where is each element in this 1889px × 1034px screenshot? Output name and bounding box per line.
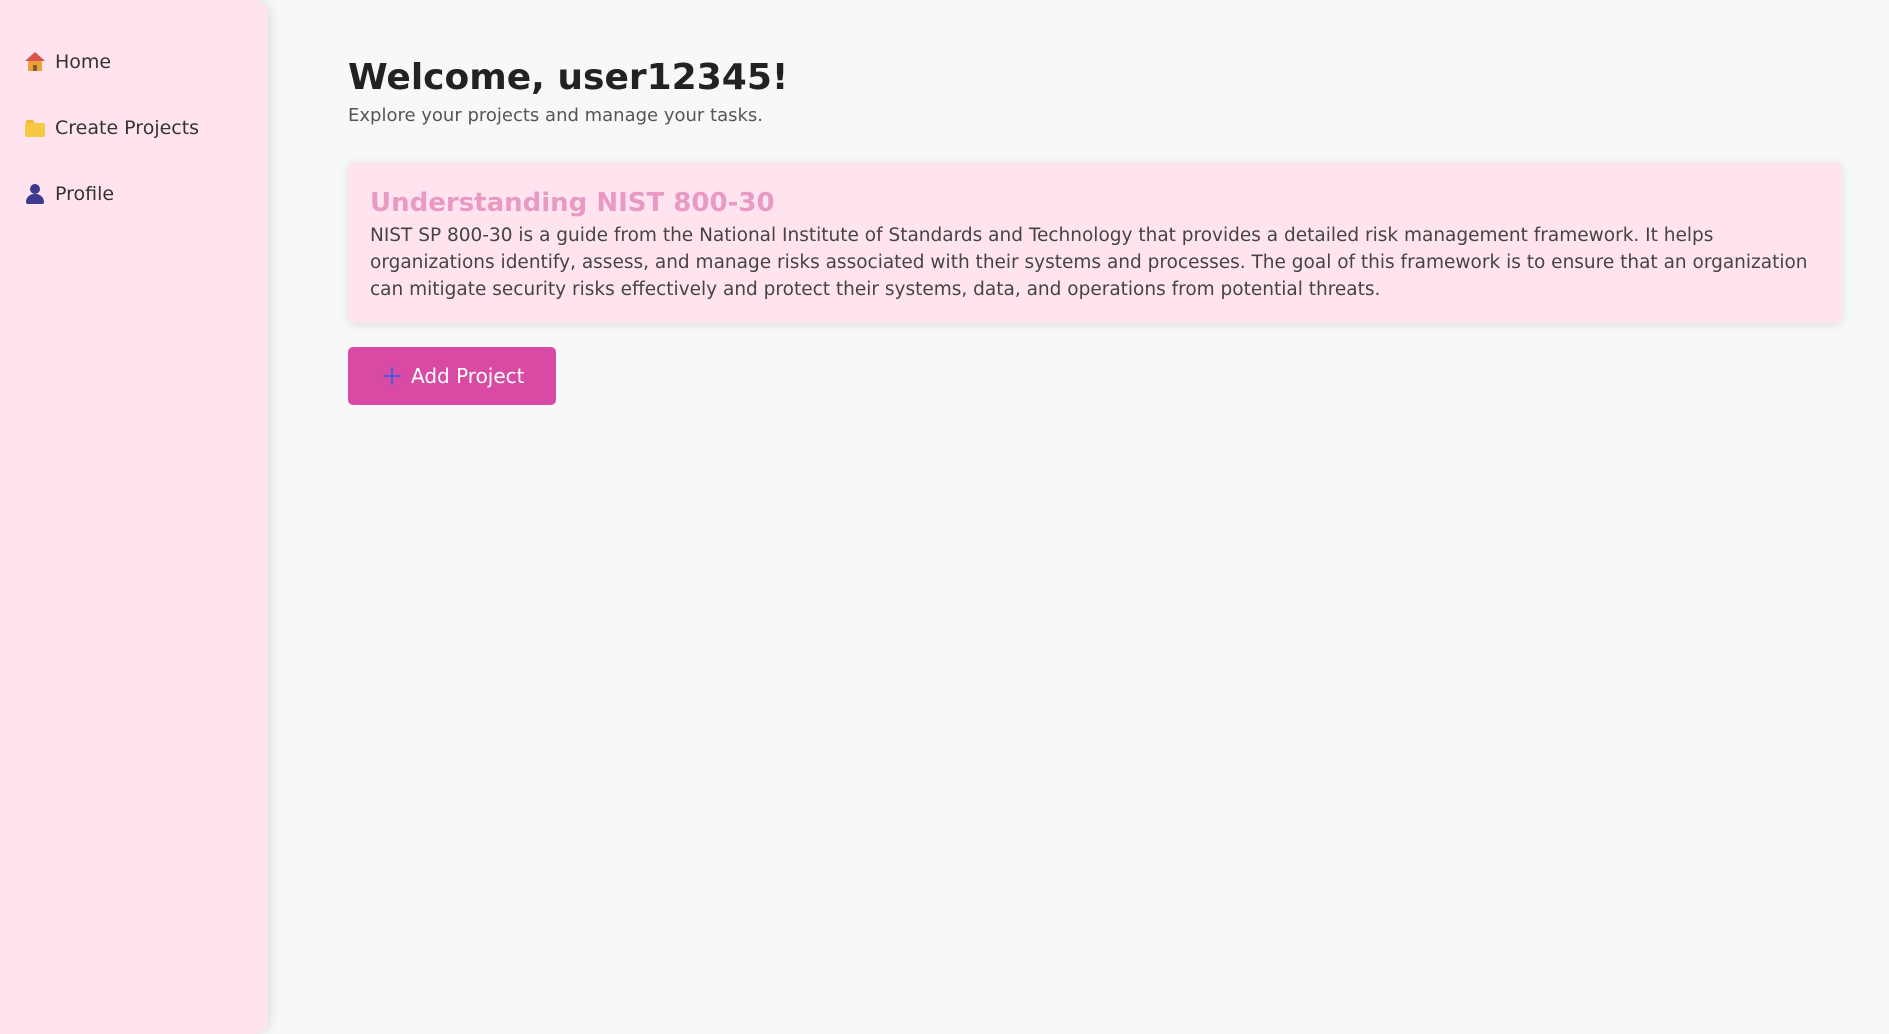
add-project-button[interactable]: Add Project [348,347,556,405]
sidebar-item-label: Profile [55,183,115,205]
plus-icon [382,366,402,386]
add-project-label: Add Project [411,364,525,388]
folder-icon [24,117,46,139]
card-title: Understanding NIST 800-30 [370,188,775,218]
sidebar-item-create-projects[interactable]: Create Projects [24,114,268,142]
info-card: Understanding NIST 800-30 NIST SP 800-30… [348,162,1842,323]
sidebar-item-profile[interactable]: Profile [24,180,268,208]
sidebar: Home Create Projects Profile [0,0,268,1034]
person-icon [24,183,46,205]
page-subtitle: Explore your projects and manage your ta… [348,105,764,126]
house-icon [24,51,46,73]
sidebar-item-home[interactable]: Home [24,48,268,76]
page-title: Welcome, user12345! [348,57,789,98]
sidebar-item-label: Home [55,51,112,73]
card-text: NIST SP 800-30 is a guide from the Natio… [370,225,1808,300]
sidebar-item-label: Create Projects [55,117,200,139]
main-content: Welcome, user12345! Explore your project… [348,0,1842,405]
